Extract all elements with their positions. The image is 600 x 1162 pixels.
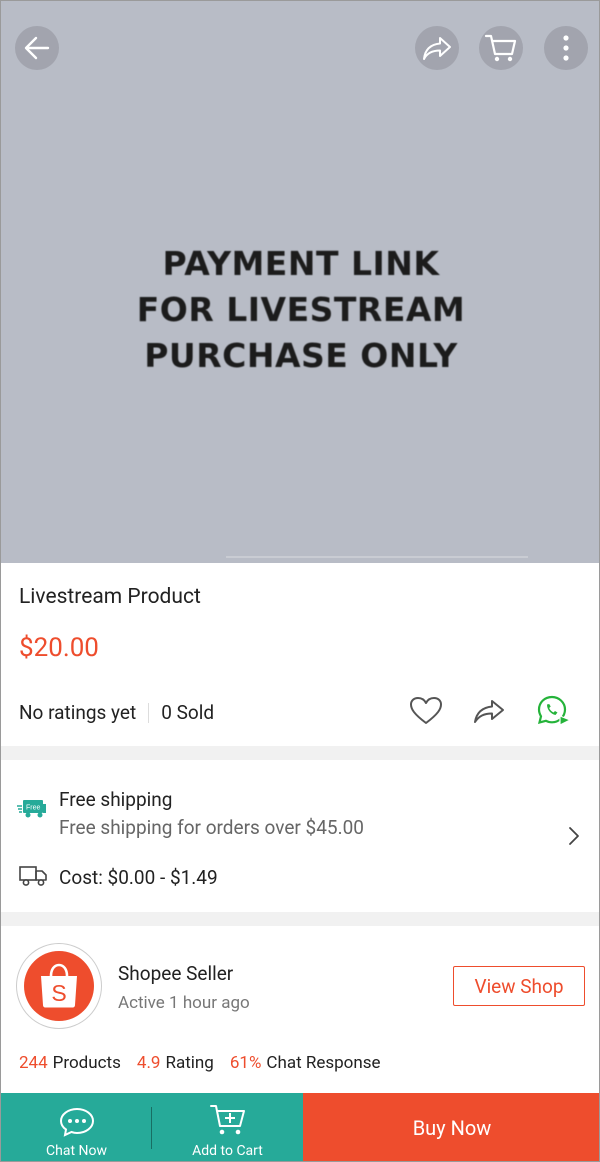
product-title: Livestream Product	[19, 585, 201, 609]
shipping-title: Free shipping	[59, 788, 173, 811]
view-shop-button[interactable]: View Shop	[453, 966, 585, 1006]
shop-avatar[interactable]: S	[16, 943, 102, 1029]
chevron-right-icon[interactable]	[567, 826, 581, 850]
chat-icon	[59, 1107, 94, 1137]
cart-icon	[484, 34, 517, 62]
shop-active-status: Active 1 hour ago	[118, 993, 250, 1013]
shipping-section[interactable]: Free Free shipping Free shipping for ord…	[1, 760, 599, 912]
product-meta: No ratings yet 0 Sold	[19, 701, 214, 724]
image-text-line-2: FOR LIVESTREAM	[136, 290, 466, 329]
section-divider	[1, 912, 599, 926]
chat-now-button[interactable]: Chat Now	[1, 1093, 152, 1161]
truck-icon	[18, 864, 48, 892]
shopee-logo-icon: S	[24, 951, 94, 1021]
more-button[interactable]	[544, 26, 588, 70]
whatsapp-share-button[interactable]	[536, 693, 572, 729]
back-arrow-icon	[24, 36, 50, 60]
image-text-line-3: PURCHASE ONLY	[144, 336, 458, 375]
sold-count: 0 Sold	[161, 701, 215, 724]
product-image-text: PAYMENT LINK FOR LIVESTREAM PURCHASE ONL…	[1, 241, 599, 379]
section-divider	[1, 746, 599, 760]
buy-now-button[interactable]: Buy Now	[303, 1093, 599, 1161]
stat-products: 244 Products	[19, 1053, 121, 1073]
product-price: $20.00	[19, 633, 99, 663]
free-shipping-icon: Free	[17, 798, 47, 824]
ratings-text[interactable]: No ratings yet	[19, 701, 136, 724]
share-icon	[474, 700, 504, 723]
heart-icon	[410, 697, 442, 724]
more-vertical-icon	[563, 35, 569, 61]
shipping-subtitle: Free shipping for orders over $45.00	[59, 816, 364, 839]
share-icon	[423, 37, 451, 60]
secondary-actions: Chat Now Add to Cart	[1, 1093, 303, 1161]
product-info: Livestream Product $20.00 No ratings yet…	[1, 563, 599, 746]
product-image[interactable]: PAYMENT LINK FOR LIVESTREAM PURCHASE ONL…	[1, 1, 599, 563]
share-product-button[interactable]	[471, 693, 507, 729]
share-button[interactable]	[415, 26, 459, 70]
logo-letter: S	[51, 980, 66, 1006]
image-text-line-1: PAYMENT LINK	[162, 244, 440, 283]
like-button[interactable]	[408, 693, 444, 729]
stat-chat-response: 61% Chat Response	[229, 1053, 381, 1073]
shipping-cost: Cost: $0.00 - $1.49	[59, 866, 218, 889]
add-to-cart-icon	[209, 1105, 245, 1135]
whatsapp-icon	[537, 695, 572, 726]
shop-section: S Shopee Seller Active 1 hour ago View S…	[1, 926, 599, 1092]
free-badge-text: Free	[26, 805, 41, 812]
meta-divider	[148, 702, 150, 723]
cart-button[interactable]	[479, 26, 523, 70]
shop-name[interactable]: Shopee Seller	[118, 962, 233, 985]
bottom-action-bar: Chat Now Add to Cart Buy Now	[1, 1093, 599, 1161]
add-to-cart-button[interactable]: Add to Cart	[152, 1093, 303, 1161]
product-page: PAYMENT LINK FOR LIVESTREAM PURCHASE ONL…	[0, 0, 600, 1162]
image-page-indicator	[226, 556, 528, 558]
stat-rating: 4.9 Rating	[136, 1053, 214, 1073]
chat-now-label: Chat Now	[46, 1143, 107, 1159]
back-button[interactable]	[15, 26, 59, 70]
add-to-cart-label: Add to Cart	[192, 1143, 263, 1159]
bottom-divider	[151, 1107, 152, 1149]
shop-stats: 244 Products 4.9 Rating 61% Chat Response	[19, 1053, 397, 1073]
